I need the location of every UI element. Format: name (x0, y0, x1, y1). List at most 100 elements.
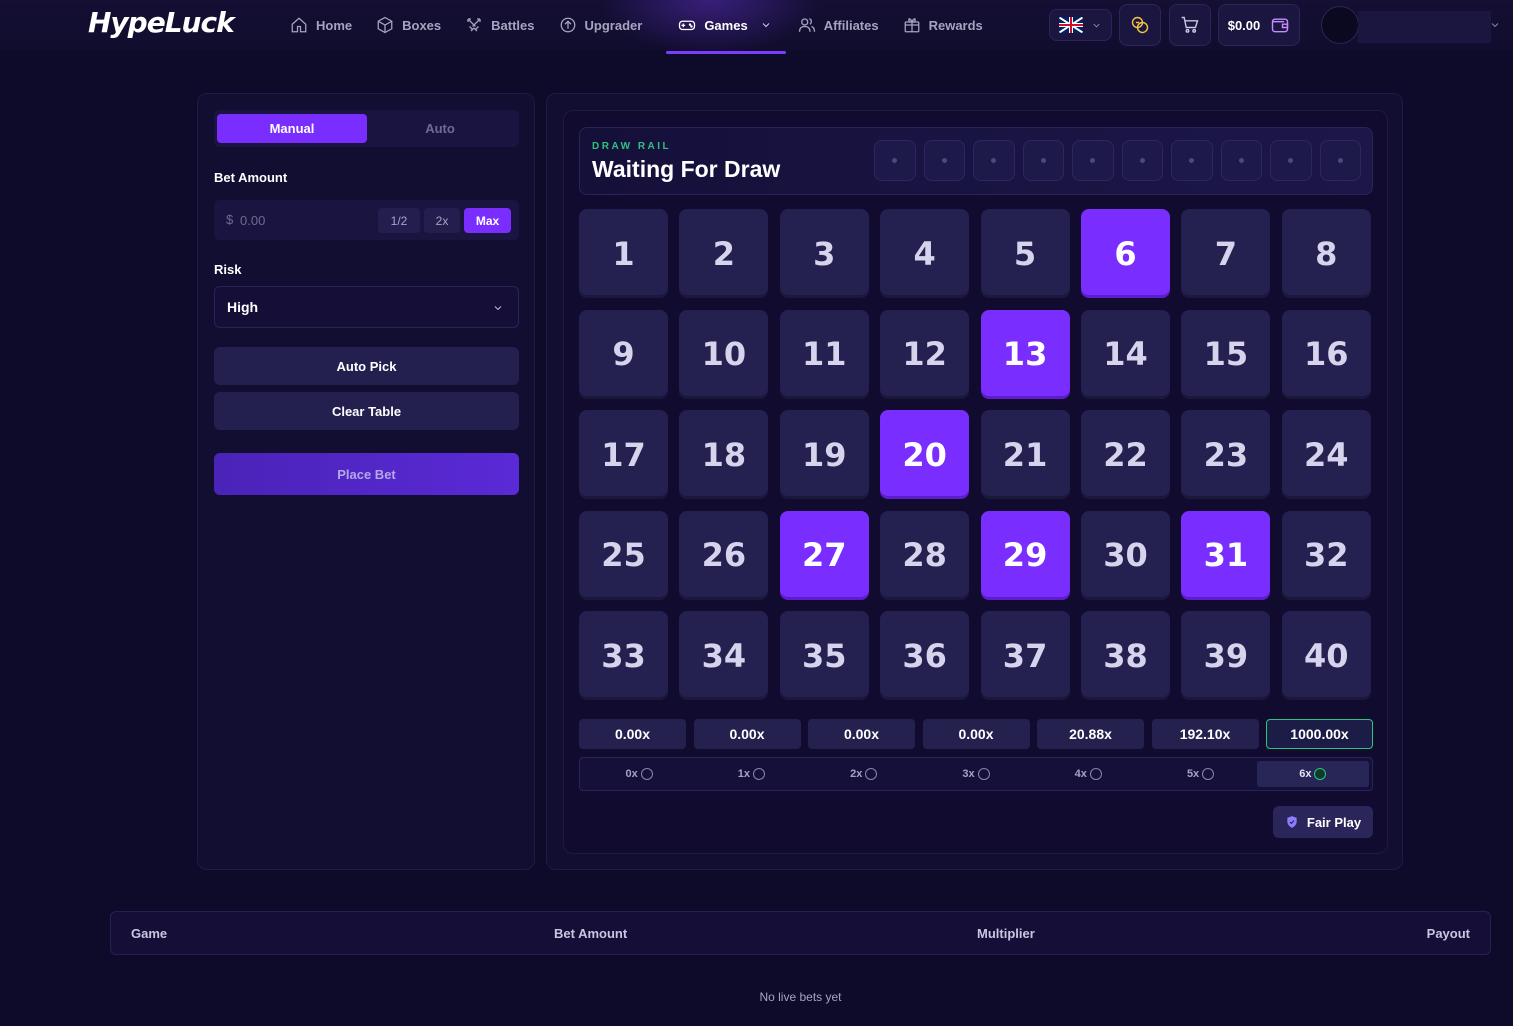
draw-rail: DRAW RAIL Waiting For Draw (579, 127, 1373, 195)
number-tile-35[interactable]: 35 (779, 611, 869, 701)
user-menu-chevron[interactable] (1489, 18, 1501, 30)
number-tile-36[interactable]: 36 (880, 611, 970, 701)
nav-upgrader[interactable]: Upgrader (559, 0, 655, 50)
draw-slot (973, 140, 1015, 181)
place-bet-button[interactable]: Place Bet (214, 453, 519, 495)
number-tile-3[interactable]: 3 (779, 209, 869, 298)
bet-amount-input[interactable] (240, 208, 370, 232)
number-tile-38[interactable]: 38 (1080, 611, 1170, 701)
double-bet-button[interactable]: 2x (424, 208, 460, 233)
empty-slot-dot (1337, 158, 1343, 163)
draw-slot (1220, 140, 1262, 181)
currency-symbol: $ (226, 212, 234, 227)
number-tile-37[interactable]: 37 (980, 611, 1070, 701)
number-tile-24[interactable]: 24 (1281, 410, 1371, 500)
number-tile-26[interactable]: 26 (679, 510, 769, 600)
tab-manual[interactable]: Manual (217, 114, 367, 143)
nav-battles-label: Battles (491, 17, 535, 33)
keno-game-panel: DRAW RAIL Waiting For Draw 1 2 3 4 5 6 7 8 9 10 11… (546, 93, 1403, 870)
risk-value: High (227, 299, 259, 315)
number-tile-18[interactable]: 18 (679, 410, 769, 500)
clear-table-button[interactable]: Clear Table (214, 392, 519, 430)
number-tile-20[interactable]: 20 (880, 410, 970, 500)
nav-battles[interactable]: Battles (465, 0, 546, 50)
username-display[interactable] (1358, 11, 1491, 43)
site-logo[interactable]: HypeLuck (88, 6, 235, 39)
hit-count-2x: 2x (808, 761, 920, 787)
chevron-down-icon (1093, 23, 1100, 27)
empty-slot-dot (1189, 158, 1195, 163)
number-tile-13[interactable]: 13 (980, 309, 1070, 399)
number-tile-4[interactable]: 4 (880, 209, 970, 298)
coins-button[interactable] (1119, 4, 1161, 46)
number-tile-14[interactable]: 14 (1080, 309, 1170, 399)
language-selector[interactable] (1049, 9, 1112, 41)
number-tile-40[interactable]: 40 (1281, 611, 1371, 701)
number-tile-19[interactable]: 19 (779, 410, 869, 500)
hit-indicator-icon (865, 768, 878, 780)
number-tile-22[interactable]: 22 (1080, 410, 1170, 500)
number-tile-7[interactable]: 7 (1181, 209, 1271, 298)
number-tile-8[interactable]: 8 (1281, 209, 1371, 298)
payout-multiplier: 1000.00x (1266, 719, 1373, 749)
number-tile-39[interactable]: 39 (1181, 611, 1271, 701)
nav-boxes[interactable]: Boxes (376, 0, 453, 50)
number-tile-23[interactable]: 23 (1181, 410, 1271, 500)
number-tile-12[interactable]: 12 (880, 309, 970, 399)
nav-games[interactable]: Games (666, 0, 787, 54)
number-tile-6[interactable]: 6 (1080, 209, 1170, 298)
half-bet-button[interactable]: 1/2 (378, 208, 420, 233)
number-tile-34[interactable]: 34 (679, 611, 769, 701)
nav-rewards[interactable]: Rewards (903, 0, 995, 50)
number-tile-31[interactable]: 31 (1181, 510, 1271, 600)
draw-slot (1171, 140, 1213, 181)
hit-count-label: 3x (962, 768, 975, 780)
payout-multiplier: 20.88x (1037, 719, 1144, 749)
cart-icon (1181, 16, 1199, 33)
number-tile-25[interactable]: 25 (579, 510, 668, 600)
cart-button[interactable] (1169, 4, 1211, 46)
bet-panel: Manual Auto Bet Amount $ 1/2 2x Max Risk… (197, 93, 535, 870)
number-tile-5[interactable]: 5 (980, 209, 1070, 298)
empty-slot-dot (1238, 158, 1244, 163)
wallet-button[interactable]: $0.00 (1218, 4, 1300, 46)
number-tile-30[interactable]: 30 (1080, 510, 1170, 600)
number-tile-2[interactable]: 2 (679, 209, 769, 298)
number-tile-10[interactable]: 10 (679, 309, 769, 399)
fair-play-button[interactable]: Fair Play (1273, 806, 1373, 838)
number-tile-27[interactable]: 27 (779, 510, 869, 600)
number-tile-17[interactable]: 17 (579, 410, 668, 500)
number-tile-32[interactable]: 32 (1281, 510, 1371, 600)
number-tile-15[interactable]: 15 (1181, 309, 1271, 399)
draw-status: Waiting For Draw (592, 156, 781, 182)
box-icon (377, 16, 393, 34)
number-tile-11[interactable]: 11 (779, 309, 869, 399)
nav-boxes-label: Boxes (402, 17, 442, 33)
number-tile-29[interactable]: 29 (980, 510, 1070, 600)
number-tile-9[interactable]: 9 (579, 309, 668, 399)
column-payout: Payout (1426, 926, 1470, 941)
number-tile-21[interactable]: 21 (980, 410, 1070, 500)
hit-count-5x: 5x (1144, 761, 1256, 787)
number-tile-28[interactable]: 28 (880, 510, 970, 600)
draw-rail-kicker: DRAW RAIL (592, 141, 672, 152)
auto-pick-button[interactable]: Auto Pick (214, 347, 519, 385)
gift-icon (904, 18, 919, 33)
hit-count-row: 0x 1x 2x 3x 4x 5x 6x (579, 757, 1373, 791)
number-tile-1[interactable]: 1 (579, 209, 668, 298)
max-bet-button[interactable]: Max (464, 208, 511, 233)
empty-slot-dot (991, 158, 997, 163)
column-game: Game (131, 926, 168, 941)
payout-multiplier: 0.00x (579, 719, 686, 749)
hit-indicator-icon (977, 768, 990, 780)
nav-affiliates[interactable]: Affiliates (798, 0, 891, 50)
tab-auto[interactable]: Auto (365, 114, 515, 143)
user-avatar[interactable] (1321, 6, 1359, 44)
risk-select[interactable]: High (214, 286, 519, 328)
nav-home[interactable]: Home (290, 0, 364, 50)
nav-games-label: Games (704, 17, 748, 33)
number-tile-16[interactable]: 16 (1281, 309, 1371, 399)
draw-slot (1072, 140, 1114, 181)
uk-flag-icon (1059, 17, 1083, 33)
number-tile-33[interactable]: 33 (579, 611, 668, 701)
